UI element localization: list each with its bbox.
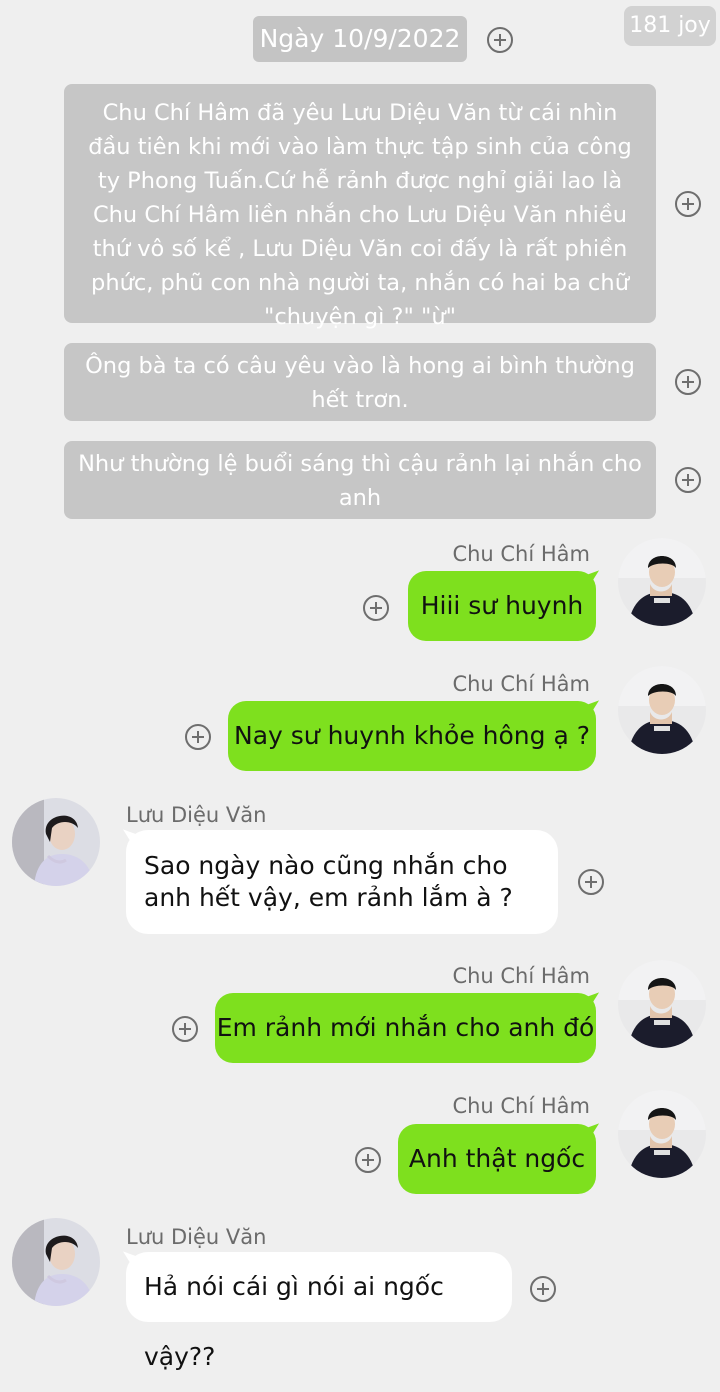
watermark: 181 joy <box>624 6 716 46</box>
add-icon[interactable] <box>675 191 701 217</box>
outgoing-message-bubble[interactable]: Em rảnh mới nhắn cho anh đó <box>215 993 596 1063</box>
date-header: Ngày 10/9/2022 <box>253 16 467 62</box>
add-icon[interactable] <box>675 467 701 493</box>
add-icon[interactable] <box>530 1276 556 1302</box>
add-icon[interactable] <box>185 724 211 750</box>
add-icon[interactable] <box>675 369 701 395</box>
avatar[interactable] <box>618 960 706 1048</box>
sender-name: Chu Chí Hâm <box>452 672 590 696</box>
sender-name: Chu Chí Hâm <box>452 1094 590 1118</box>
avatar[interactable] <box>12 798 100 886</box>
incoming-message-bubble[interactable]: Hả nói cái gì nói ai ngốc vậy?? <box>126 1252 512 1371</box>
add-icon[interactable] <box>355 1147 381 1173</box>
narration-bubble: Ông bà ta có câu yêu vào là hong ai bình… <box>64 343 656 421</box>
avatar[interactable] <box>618 666 706 754</box>
incoming-message-bubble[interactable]: Sao ngày nào cũng nhắn cho anh hết vậy, … <box>126 830 558 934</box>
add-icon[interactable] <box>487 27 513 53</box>
add-icon[interactable] <box>172 1016 198 1042</box>
narration-bubble: Chu Chí Hâm đã yêu Lưu Diệu Văn từ cái n… <box>64 84 656 330</box>
narration-bubble: Như thường lệ buổi sáng thì cậu rảnh lại… <box>64 441 656 519</box>
outgoing-message-bubble[interactable]: Nay sư huynh khỏe hông ạ ? <box>228 701 596 771</box>
sender-name: Lưu Diệu Văn <box>126 1225 267 1249</box>
avatar[interactable] <box>618 538 706 626</box>
avatar[interactable] <box>618 1090 706 1178</box>
add-icon[interactable] <box>363 595 389 621</box>
avatar[interactable] <box>12 1218 100 1306</box>
add-icon[interactable] <box>578 869 604 895</box>
sender-name: Chu Chí Hâm <box>452 964 590 988</box>
sender-name: Lưu Diệu Văn <box>126 803 267 827</box>
outgoing-message-bubble[interactable]: Hiii sư huynh <box>408 571 596 641</box>
sender-name: Chu Chí Hâm <box>452 542 590 566</box>
outgoing-message-bubble[interactable]: Anh thật ngốc <box>398 1124 596 1194</box>
